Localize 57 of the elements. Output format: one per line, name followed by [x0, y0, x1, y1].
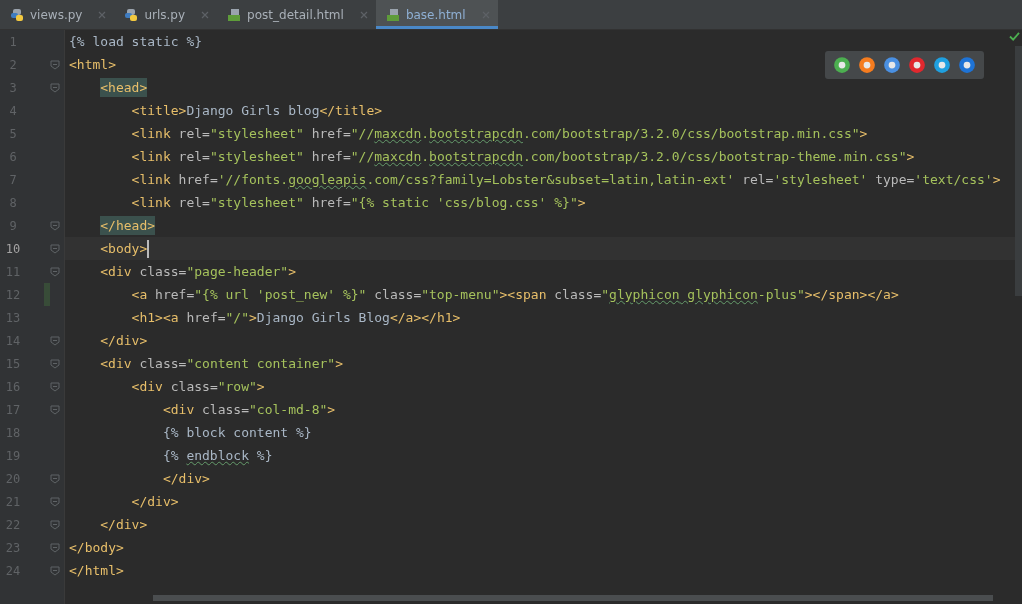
horizontal-scrollbar[interactable] [153, 595, 993, 601]
python-file-icon [10, 7, 24, 22]
fold-icon[interactable] [50, 565, 60, 576]
code-line: </html> [69, 563, 124, 578]
file-tab[interactable]: urls.py [114, 0, 218, 29]
code-line: <link rel="stylesheet" href="//maxcdn.bootstrapcdn.com/bootstrap/3.2.0/css/bootstrap-theme.min.css"> [131, 149, 915, 164]
fold-icon[interactable] [50, 496, 60, 507]
code-line: {% endblock %} [162, 448, 273, 463]
close-icon[interactable] [98, 10, 107, 19]
check-icon [1009, 32, 1020, 41]
fold-icon[interactable] [50, 243, 60, 254]
python-file-icon [124, 7, 139, 22]
code-line: <h1><a href="/">Django Girls Blog</a></h1> [131, 310, 461, 325]
fold-icon[interactable] [50, 220, 60, 231]
file-tab[interactable]: post_detail.html [217, 0, 376, 29]
fold-icon[interactable] [50, 335, 60, 346]
html-file-icon [385, 7, 400, 22]
file-tab[interactable]: views.py [0, 0, 115, 29]
file-tab[interactable]: base.html [375, 0, 498, 29]
browser-icon[interactable] [958, 56, 976, 74]
code-line: <div class="row"> [131, 379, 265, 394]
line-number: 10 [4, 241, 22, 256]
code-line: <link href='//fonts.googleapis.com/css?family=Lobster&subset=latin,latin-ext' rel='stylesheet' type='text/css'> [131, 172, 1001, 187]
code-line: <title>Django Girls blog</title> [131, 103, 383, 118]
code-line: {% block content %} [162, 425, 312, 440]
fold-icon[interactable] [50, 266, 60, 277]
code-editor[interactable] [0, 30, 1022, 604]
fold-icon[interactable] [50, 473, 60, 484]
fold-icon[interactable] [50, 519, 60, 530]
code-line: <link rel="stylesheet" href="{% static 'css/blog.css' %}"> [131, 195, 586, 210]
fold-icon[interactable] [50, 404, 60, 415]
browser-icon[interactable] [908, 56, 926, 74]
browser-icon[interactable] [833, 56, 851, 74]
code-line: </div> [100, 517, 148, 532]
code-line: </div> [162, 471, 210, 486]
browser-icon[interactable] [858, 56, 876, 74]
code-line: <link rel="stylesheet" href="//maxcdn.bootstrapcdn.com/bootstrap/3.2.0/css/bootstrap.min.css"> [131, 126, 868, 141]
code-line: <div class="col-md-8"> [162, 402, 336, 417]
fold-icon[interactable] [50, 82, 60, 93]
code-line: <a href="{% url 'post_new' %}" class="top-menu"><span class="glyphicon glyphicon-plus"></span></a> [131, 287, 899, 302]
code-line: <div class="page-header"> [100, 264, 296, 279]
code-line: </div> [100, 333, 148, 348]
code-line: </body> [69, 540, 124, 555]
fold-icon[interactable] [50, 358, 60, 369]
fold-icon[interactable] [50, 381, 60, 392]
code-line: <body> [100, 241, 148, 256]
fold-icon[interactable] [50, 59, 60, 70]
html-file-icon [227, 7, 242, 22]
close-icon[interactable] [359, 10, 368, 19]
code-line: <html> [69, 57, 116, 72]
browser-icon[interactable] [883, 56, 901, 74]
code-line: <div class="content container"> [100, 356, 343, 371]
close-icon[interactable] [201, 10, 210, 19]
code-line: </div> [131, 494, 179, 509]
fold-icon[interactable] [50, 542, 60, 553]
code-line: {% load static %} [69, 34, 203, 49]
browser-icon[interactable] [933, 56, 951, 74]
